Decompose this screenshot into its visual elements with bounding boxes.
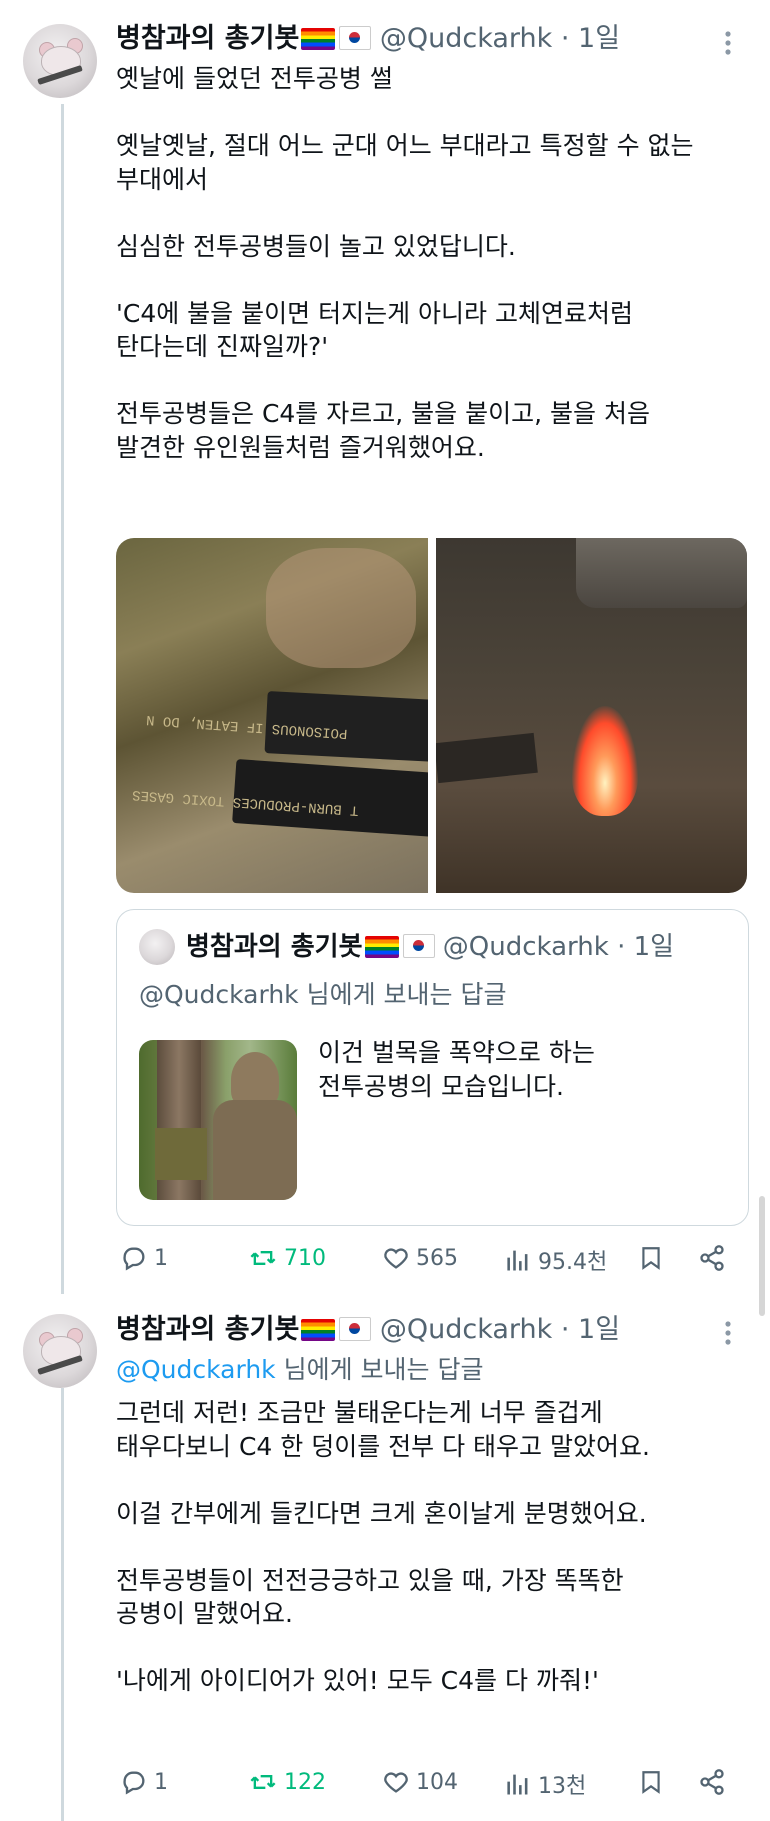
quoted-text: 이건 벌목을 폭약으로 하는 전투공병의 모습입니다. (318, 1036, 595, 1103)
retweet-icon (250, 1251, 276, 1265)
share-icon (700, 1769, 724, 1795)
tweet-actions: 1 122 104 13천 (116, 1768, 736, 1800)
rainbow-flag-icon (301, 28, 336, 50)
tweet-paragraph: 전투공병들은 C4를 자르고, 불을 붙이고, 불을 처음 발견한 유인원들처럼… (116, 399, 650, 462)
retweet-button[interactable]: 122 (248, 1768, 326, 1796)
heart-icon (384, 1772, 408, 1793)
tweet-paragraph: 전투공병들이 전전긍긍하고 있을 때, 가장 똑똑한 공병이 말했어요. (116, 1565, 624, 1629)
rainbow-flag-icon (301, 1319, 336, 1341)
tweet-paragraph: '나에게 아이디어가 있어! 모두 C4를 다 까줘!' (116, 1666, 599, 1695)
retweet-icon (250, 1775, 276, 1789)
reply-count: 1 (154, 1769, 168, 1795)
like-button[interactable]: 565 (382, 1244, 458, 1272)
quoted-reply-line: @Qudckarhk 님에게 보내는 답글 (139, 978, 507, 1012)
reply-button[interactable]: 1 (120, 1244, 168, 1272)
quoted-reply-handle: @Qudckarhk (139, 980, 299, 1009)
avatar[interactable] (23, 1314, 97, 1388)
tweet-paragraph: 그런데 저런! 조금만 불태운다는게 너무 즐겁게 태우다보니 C4 한 덩이를… (116, 1398, 650, 1461)
reply-to-line: @Qudckarhk 님에게 보내는 답글 (116, 1353, 484, 1387)
retweet-count: 710 (284, 1245, 326, 1271)
bookmark-icon (642, 1247, 660, 1270)
korea-flag-icon (339, 26, 372, 50)
quoted-handle-and-time: @Qudckarhk · 1일 (442, 932, 675, 962)
views-icon (507, 1774, 528, 1795)
like-count: 104 (416, 1769, 458, 1795)
tweet-text: 옛날에 들었던 전투공병 썰 옛날옛날, 절대 어느 군대 어느 부대라고 특정… (116, 62, 694, 464)
handle-and-time[interactable]: @Qudckarhk · 1일 (380, 1314, 620, 1345)
share-button[interactable] (698, 1768, 726, 1796)
more-icon[interactable] (724, 30, 732, 58)
thread-line-1 (61, 104, 64, 1294)
like-button[interactable]: 104 (382, 1768, 458, 1796)
author-name[interactable]: 병참과의 총기봇 (116, 1314, 299, 1345)
share-icon (700, 1245, 724, 1271)
retweet-button[interactable]: 710 (248, 1244, 326, 1272)
tweet-paragraph: 옛날에 들었던 전투공병 썰 (116, 64, 393, 93)
tweet-paragraph: 옛날옛날, 절대 어느 군대 어느 부대라고 특정할 수 없는 부대에서 (116, 131, 694, 194)
quoted-reply-suffix: 님에게 보내는 답글 (298, 980, 507, 1009)
thread-line-2 (61, 1388, 64, 1821)
korea-flag-icon (402, 934, 435, 958)
bookmark-button[interactable] (638, 1244, 664, 1272)
tweet-text: 그런데 저런! 조금만 불태운다는게 너무 즐겁게 태우다보니 C4 한 덩이를… (116, 1396, 650, 1698)
views-count: 95.4천 (538, 1250, 608, 1275)
reply-count: 1 (154, 1245, 168, 1271)
avatar[interactable] (23, 24, 97, 98)
handle-and-time[interactable]: @Qudckarhk · 1일 (380, 23, 620, 54)
reply-to-handle-link[interactable]: @Qudckarhk (116, 1355, 276, 1384)
korea-flag-icon (339, 1317, 372, 1341)
like-count: 565 (416, 1245, 458, 1271)
views-button[interactable]: 95.4천 (504, 1244, 607, 1276)
tweet-header: 병참과의 총기봇 @Qudckarhk · 1일 (116, 22, 620, 56)
reply-button[interactable]: 1 (120, 1768, 168, 1796)
media-image-c4-blocks[interactable]: POISONOUS IF EATEN, DO N T BURN-PRODUCES… (116, 538, 428, 893)
reply-icon (123, 1247, 145, 1271)
quoted-text-line: 전투공병의 모습입니다. (318, 1071, 564, 1101)
tweet-paragraph: 심심한 전투공병들이 놀고 있었답니다. (116, 231, 516, 261)
bookmark-icon (642, 1771, 660, 1794)
reply-to-suffix: 님에게 보내는 답글 (275, 1355, 484, 1384)
tweet-paragraph: 이걸 간부에게 들킨다면 크게 혼이날게 분명했어요. (116, 1498, 647, 1528)
heart-icon (384, 1248, 408, 1269)
quoted-header: 병참과의 총기봇 @Qudckarhk · 1일 (186, 930, 674, 964)
bookmark-button[interactable] (638, 1768, 664, 1796)
tweet-header: 병참과의 총기봇 @Qudckarhk · 1일 (116, 1313, 620, 1347)
views-button[interactable]: 13천 (504, 1768, 586, 1800)
quoted-avatar (139, 929, 175, 965)
scrollbar[interactable] (759, 1196, 765, 1316)
share-button[interactable] (698, 1244, 726, 1272)
rainbow-flag-icon (364, 936, 399, 958)
quoted-text-line: 이건 벌목을 폭약으로 하는 (318, 1038, 595, 1067)
quoted-author-name: 병참과의 총기봇 (186, 932, 363, 962)
more-icon[interactable] (724, 1320, 732, 1348)
views-icon (507, 1250, 528, 1271)
retweet-count: 122 (284, 1769, 326, 1795)
quoted-thumbnail (139, 1040, 297, 1200)
tweet-paragraph: 'C4에 불을 붙이면 터지는게 아니라 고체연료처럼 탄다는데 진짜일까?' (116, 298, 633, 362)
author-name[interactable]: 병참과의 총기봇 (116, 23, 299, 54)
views-count: 13천 (538, 1774, 587, 1799)
tweet-actions: 1 710 565 95.4천 (116, 1244, 736, 1276)
reply-icon (123, 1771, 145, 1795)
